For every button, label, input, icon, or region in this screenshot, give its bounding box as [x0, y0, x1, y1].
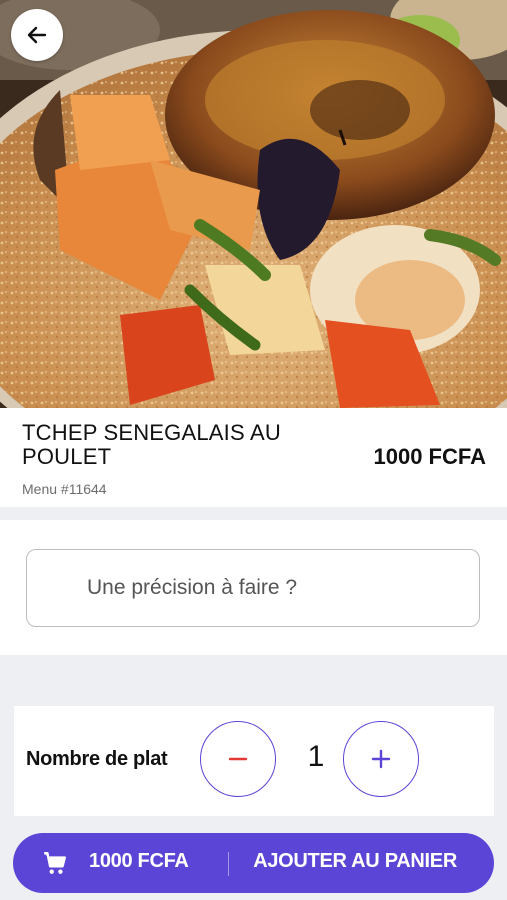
- dish-info-card: TCHEP SENEGALAIS AU POULET 1000 FCFA Men…: [0, 408, 507, 507]
- quantity-label: Nombre de plat: [26, 748, 168, 770]
- minus-icon: [228, 757, 248, 761]
- increase-quantity-button[interactable]: [343, 721, 419, 797]
- dish-illustration: [0, 0, 507, 408]
- dish-price: 1000 FCFA: [373, 444, 487, 469]
- menu-reference: Menu #11644: [22, 481, 107, 497]
- dish-photo: [0, 0, 507, 408]
- dish-title: TCHEP SENEGALAIS AU POULET: [22, 420, 281, 469]
- back-button[interactable]: [11, 9, 63, 61]
- note-input[interactable]: [26, 549, 480, 627]
- arrow-left-icon: [27, 26, 47, 44]
- cart-divider: [228, 852, 229, 876]
- decrease-quantity-button[interactable]: [200, 721, 276, 797]
- cart-total: 1000 FCFA: [89, 850, 189, 872]
- quantity-value: 1: [307, 740, 325, 773]
- add-to-cart-button[interactable]: 1000 FCFA AJOUTER AU PANIER: [13, 833, 494, 893]
- note-card: [0, 520, 507, 655]
- quantity-card: Nombre de plat 1: [14, 706, 494, 816]
- add-to-cart-label: AJOUTER AU PANIER: [253, 850, 457, 872]
- plus-icon: [371, 749, 391, 769]
- cart-icon: [44, 852, 66, 874]
